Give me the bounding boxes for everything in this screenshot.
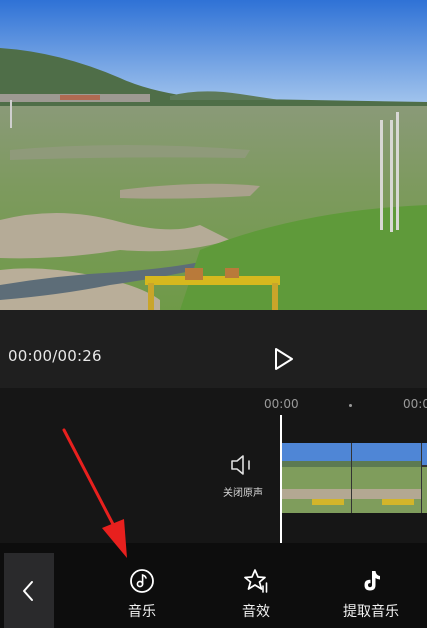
clip-thumbnail <box>352 443 421 513</box>
tiktok-note-icon <box>364 571 380 591</box>
music-button[interactable]: 音乐 <box>112 543 172 628</box>
play-button[interactable] <box>270 346 296 372</box>
extract-music-label: 提取音乐 <box>343 604 399 620</box>
ruler-dot <box>349 404 352 407</box>
sound-effects-label: 音效 <box>242 604 270 620</box>
landscape-image <box>0 0 427 310</box>
extract-music-button[interactable]: 提取音乐 <box>336 543 406 628</box>
ruler-time-label: 00:00 <box>264 397 299 411</box>
playback-bar: 00:00/00:26 <box>0 310 427 388</box>
video-preview <box>0 0 427 310</box>
playback-timecode: 00:00/00:26 <box>8 347 102 365</box>
back-button[interactable] <box>4 553 54 628</box>
speaker-mute-icon <box>231 455 250 475</box>
mute-original-audio-button[interactable]: 关闭原声 <box>212 454 274 506</box>
music-label: 音乐 <box>128 604 156 620</box>
clip-thumbnail <box>282 443 351 513</box>
timeline-area[interactable]: 00:00 00:0 关闭原声 <box>0 388 427 543</box>
ruler-time-label: 00:0 <box>403 397 427 411</box>
chevron-left-icon <box>23 581 33 601</box>
bottom-toolbar: 音乐 音效 提取音乐 <box>0 543 427 628</box>
video-clip-track[interactable] <box>282 443 427 513</box>
timeline-playhead[interactable] <box>280 415 282 543</box>
play-icon <box>275 348 293 370</box>
sound-effects-button[interactable]: 音效 <box>226 543 286 628</box>
star-sparkle-icon <box>244 569 268 593</box>
music-note-icon <box>130 569 154 593</box>
mute-original-audio-label: 关闭原声 <box>223 488 263 499</box>
clip-thumbnail <box>422 443 427 513</box>
